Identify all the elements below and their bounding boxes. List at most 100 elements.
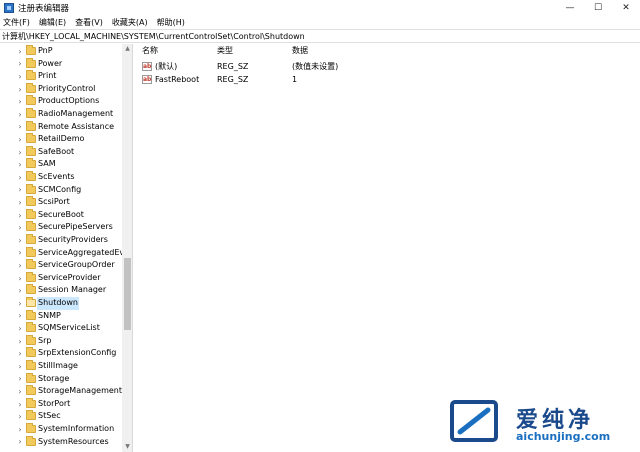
minimize-button[interactable]: — <box>556 0 584 15</box>
scrollbar-thumb[interactable] <box>124 258 131 330</box>
folder-icon <box>26 397 36 408</box>
expand-chevron-icon[interactable]: › <box>16 97 24 106</box>
expand-chevron-icon[interactable]: › <box>16 110 24 119</box>
menu-edit[interactable]: 编辑(E) <box>39 17 66 28</box>
tree-item-label: ProductOptions <box>38 96 100 106</box>
menu-view[interactable]: 查看(V) <box>75 17 103 28</box>
tree-item[interactable]: › SNMP <box>0 309 122 323</box>
tree-item-label: ServiceProvider <box>38 272 101 282</box>
column-header-name[interactable]: 名称 <box>142 44 158 57</box>
tree-item[interactable]: › ProductOptions <box>0 95 122 108</box>
value-name: (默认) <box>155 62 178 71</box>
column-header-data[interactable]: 数据 <box>292 44 308 57</box>
tree-item[interactable]: › Shutdown <box>0 297 122 310</box>
expand-chevron-icon[interactable]: › <box>16 387 24 396</box>
folder-icon <box>26 385 36 396</box>
tree-item[interactable]: › SafeBoot <box>0 145 122 159</box>
expand-chevron-icon[interactable]: › <box>16 185 24 194</box>
tree-item[interactable]: › RetailDemo <box>0 133 122 146</box>
tree-item[interactable]: › SecurePipeServers <box>0 221 122 234</box>
value-name: FastReboot <box>155 75 200 84</box>
tree-scrollbar[interactable]: ▲ ▼ <box>122 44 132 452</box>
tree-item[interactable]: › SCMConfig <box>0 183 122 197</box>
tree-item[interactable]: › ScEvents <box>0 171 122 184</box>
folder-icon <box>26 309 36 320</box>
tree-item[interactable]: › StorageManagement <box>0 385 122 398</box>
tree-item[interactable]: › ServiceGroupOrder <box>0 259 122 272</box>
tree-item[interactable]: › RadioManagement <box>0 108 122 121</box>
tree-item[interactable]: › Power <box>0 57 122 71</box>
tree-item-label: SystemInformation <box>38 424 115 433</box>
window-title: 注册表编辑器 <box>18 3 70 14</box>
expand-chevron-icon[interactable]: › <box>16 311 24 320</box>
tree-item[interactable]: › SecureBoot <box>0 208 122 222</box>
expand-chevron-icon[interactable]: › <box>16 85 24 94</box>
tree-item[interactable]: › ServiceProvider <box>0 271 122 285</box>
address-bar[interactable]: 计算机\HKEY_LOCAL_MACHINE\SYSTEM\CurrentCon… <box>0 29 640 43</box>
tree-item[interactable]: › SAM <box>0 158 122 171</box>
tree-item-label: SNMP <box>38 310 61 320</box>
expand-chevron-icon[interactable]: › <box>16 122 24 131</box>
tree-item[interactable]: › StorPort <box>0 397 122 411</box>
expand-chevron-icon[interactable]: › <box>16 59 24 68</box>
maximize-button[interactable]: ☐ <box>584 0 612 15</box>
tree-item[interactable]: › ScsiPort <box>0 196 122 209</box>
expand-chevron-icon[interactable]: › <box>16 135 24 144</box>
folder-icon <box>26 322 36 333</box>
expand-chevron-icon[interactable]: › <box>16 425 24 434</box>
expand-chevron-icon[interactable]: › <box>16 173 24 182</box>
expand-chevron-icon[interactable]: › <box>16 400 24 409</box>
column-header-type[interactable]: 类型 <box>217 44 233 57</box>
expand-chevron-icon[interactable]: › <box>16 198 24 207</box>
expand-chevron-icon[interactable]: › <box>16 160 24 169</box>
folder-icon <box>26 435 36 446</box>
expand-chevron-icon[interactable]: › <box>16 223 24 232</box>
expand-chevron-icon[interactable]: › <box>16 286 24 295</box>
tree-item[interactable]: › StillImage <box>0 360 122 373</box>
expand-chevron-icon[interactable]: › <box>16 374 24 383</box>
tree-item[interactable]: › SystemInformation <box>0 423 122 436</box>
tree-item-label: Print <box>38 71 57 81</box>
expand-chevron-icon[interactable]: › <box>16 412 24 421</box>
tree-item[interactable]: › Session Manager <box>0 284 122 297</box>
tree-item[interactable]: › Storage <box>0 372 122 386</box>
expand-chevron-icon[interactable]: › <box>16 148 24 157</box>
value-row[interactable]: ab (默认) REG_SZ (数值未设置) <box>137 60 437 73</box>
folder-icon <box>26 334 36 345</box>
tree-item[interactable]: › PnP <box>0 45 122 58</box>
close-button[interactable]: ✕ <box>612 0 640 15</box>
expand-chevron-icon[interactable]: › <box>16 362 24 371</box>
expand-chevron-icon[interactable]: › <box>16 72 24 81</box>
tree-item[interactable]: › SQMServiceList <box>0 322 122 335</box>
expand-chevron-icon[interactable]: › <box>16 437 24 446</box>
tree-item[interactable]: › StSec <box>0 410 122 423</box>
menu-favorites[interactable]: 收藏夹(A) <box>112 17 148 28</box>
tree-item-label: ScEvents <box>38 172 75 181</box>
value-row[interactable]: ab FastReboot REG_SZ 1 <box>137 73 437 86</box>
tree-item-label: RetailDemo <box>38 134 85 144</box>
expand-chevron-icon[interactable]: › <box>16 299 24 308</box>
expand-chevron-icon[interactable]: › <box>16 337 24 346</box>
scroll-up-icon[interactable]: ▲ <box>122 44 132 54</box>
expand-chevron-icon[interactable]: › <box>16 274 24 283</box>
expand-chevron-icon[interactable]: › <box>16 236 24 245</box>
tree-item[interactable]: › ServiceAggregatedEver <box>0 246 132 260</box>
expand-chevron-icon[interactable]: › <box>16 261 24 270</box>
tree-item[interactable]: › Print <box>0 70 122 83</box>
tree-item[interactable]: › SecurityProviders <box>0 234 122 247</box>
tree-item[interactable]: › Remote Assistance <box>0 120 122 134</box>
expand-chevron-icon[interactable]: › <box>16 248 24 257</box>
expand-chevron-icon[interactable]: › <box>16 349 24 358</box>
scroll-down-icon[interactable]: ▼ <box>122 442 132 452</box>
tree-item[interactable]: › PriorityControl <box>0 82 122 96</box>
tree-item-label: RadioManagement <box>38 109 114 118</box>
menu-file[interactable]: 文件(F) <box>3 17 30 28</box>
tree-item[interactable]: › Srp <box>0 334 122 348</box>
menu-help[interactable]: 帮助(H) <box>157 17 185 28</box>
expand-chevron-icon[interactable]: › <box>16 211 24 220</box>
expand-chevron-icon[interactable]: › <box>16 47 24 56</box>
tree-item[interactable]: › SrpExtensionConfig <box>0 347 122 360</box>
folder-icon <box>26 82 36 93</box>
tree-item[interactable]: › SystemResources <box>0 435 122 449</box>
expand-chevron-icon[interactable]: › <box>16 324 24 333</box>
